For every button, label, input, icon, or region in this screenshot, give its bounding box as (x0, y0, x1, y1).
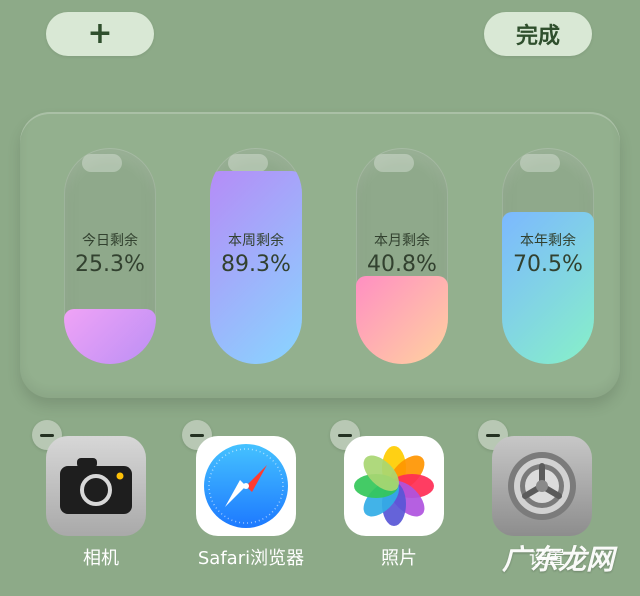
remaining-time-widget[interactable]: 今日剩余 25.3% 本周剩余 89.3% 本月剩余 40.8% 本年剩余 70… (20, 112, 620, 398)
safari-icon[interactable] (196, 436, 296, 536)
week-remaining-label: 本周剩余 (228, 233, 284, 249)
settings-icon[interactable] (492, 436, 592, 536)
capsule-shine (374, 154, 414, 172)
safari-app-label: Safari浏览器 (197, 548, 305, 569)
done-button[interactable]: 完成 (484, 12, 592, 56)
month-remaining-value: 40.8% (367, 252, 437, 277)
app-camera[interactable]: 相机 (32, 420, 196, 570)
day-remaining-value: 25.3% (75, 252, 145, 277)
app-safari[interactable]: Safari浏览器 (182, 420, 346, 570)
week-remaining-meter: 本周剩余 89.3% (210, 148, 302, 364)
year-remaining-meter: 本年剩余 70.5% (502, 148, 594, 364)
site-watermark: 广东龙网 (501, 543, 614, 576)
month-remaining-meter: 本月剩余 40.8% (356, 148, 448, 364)
day-remaining-meter: 今日剩余 25.3% (64, 148, 156, 364)
capsule-shine (228, 154, 268, 172)
day-remaining-fill (64, 309, 156, 364)
camera-icon[interactable] (46, 436, 146, 536)
plus-icon: + (87, 16, 113, 51)
month-remaining-label: 本月剩余 (374, 233, 430, 249)
week-remaining-value: 89.3% (221, 252, 291, 277)
capsule-shine (520, 154, 560, 172)
capsule-shine (82, 154, 122, 172)
camera-app-label: 相机 (83, 548, 119, 569)
year-remaining-value: 70.5% (513, 252, 583, 277)
month-remaining-fill (356, 275, 448, 364)
add-widget-button[interactable]: + (46, 12, 154, 56)
photos-app-label: 照片 (381, 548, 417, 569)
app-photos[interactable]: 照片 (330, 420, 494, 570)
year-remaining-label: 本年剩余 (520, 233, 576, 249)
photos-icon[interactable] (344, 436, 444, 536)
day-remaining-label: 今日剩余 (82, 233, 138, 249)
